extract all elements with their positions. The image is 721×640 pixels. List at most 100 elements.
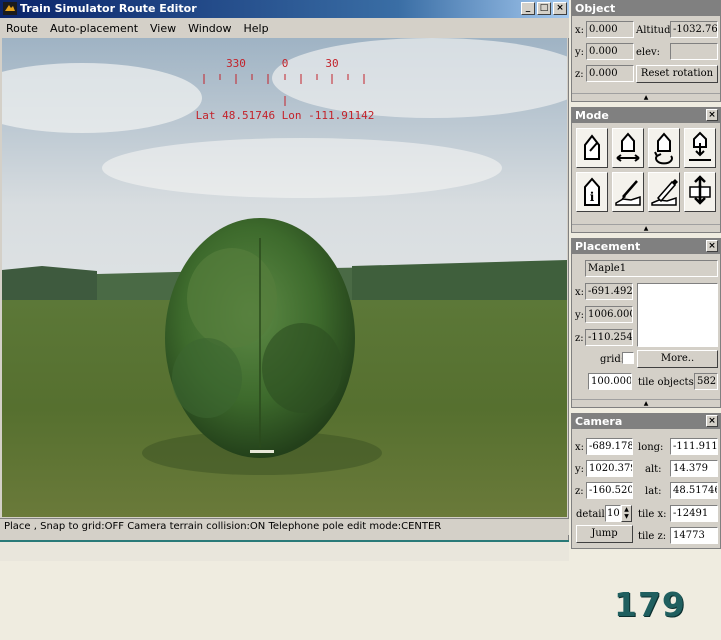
tile-z-field[interactable]: 14773	[670, 527, 718, 544]
terrain-brush-icon	[615, 180, 641, 206]
mode-panel-close-button[interactable]: ×	[706, 109, 718, 121]
placement-panel-close-button[interactable]: ×	[706, 240, 718, 252]
long-label: long:	[638, 442, 664, 453]
minimize-button[interactable]: _	[521, 2, 535, 15]
placement-object-name[interactable]: Maple1	[585, 260, 718, 277]
mode-panel-title-text: Mode	[575, 109, 609, 122]
object-panel-title: Object	[572, 1, 720, 16]
app-logo-icon	[3, 2, 17, 15]
placement-panel-title-text: Placement	[575, 240, 641, 253]
move-horizontal-icon	[616, 132, 640, 162]
object-x-label: x:	[575, 25, 585, 36]
page-number: 179	[614, 585, 686, 624]
mode-select-button[interactable]	[576, 128, 608, 168]
object-z-label: z:	[575, 69, 584, 80]
mode-terrain-button[interactable]	[612, 172, 644, 212]
close-button[interactable]: ×	[553, 2, 567, 15]
mode-panel-collapse-arrow[interactable]: ▲	[572, 224, 720, 232]
camera-y-field[interactable]: 1020.379	[586, 460, 633, 477]
menu-window[interactable]: Window	[182, 22, 237, 35]
mode-panel-title: Mode ×	[572, 108, 720, 123]
camera-x-field[interactable]: -689.178	[586, 438, 633, 455]
tile-x-label: tile x:	[638, 509, 667, 520]
tile-x-field[interactable]: -12491	[670, 505, 718, 522]
alt-label: alt:	[645, 464, 662, 475]
reset-rotation-button[interactable]: Reset rotation	[636, 65, 718, 83]
placement-z-field[interactable]: -110.254	[585, 329, 633, 346]
move-down-icon	[689, 131, 711, 161]
mode-panel: Mode × i ▲	[571, 107, 721, 233]
status-bar: Place , Snap to grid:OFF Camera terrain …	[0, 518, 569, 535]
alt-field[interactable]: 14.379	[670, 460, 718, 477]
detail-label: detail:	[576, 509, 609, 520]
jump-button[interactable]: Jump	[576, 525, 633, 543]
placement-x-field[interactable]: -691.492	[585, 283, 633, 300]
height-adjust-icon	[689, 175, 711, 205]
camera-panel: Camera × x: -689.178 y: 1020.379 z: -160…	[571, 413, 721, 549]
mode-move-button[interactable]	[612, 128, 644, 168]
taskbar-strip	[0, 540, 569, 561]
placement-y-label: y:	[575, 310, 585, 321]
menu-help[interactable]: Help	[238, 22, 275, 35]
camera-z-field[interactable]: -160.520	[586, 482, 633, 499]
elev-field[interactable]	[670, 43, 718, 60]
compass-ticks	[203, 74, 365, 106]
menu-route[interactable]: Route	[0, 22, 44, 35]
grid-checkbox[interactable]	[622, 352, 634, 364]
grid-size-field[interactable]: 100.000	[588, 373, 632, 390]
placement-y-field[interactable]: 1006.000	[585, 306, 633, 323]
object-y-label: y:	[575, 47, 585, 58]
long-field[interactable]: -111.911	[670, 438, 718, 455]
camera-panel-close-button[interactable]: ×	[706, 415, 718, 427]
mode-paint-button[interactable]	[648, 172, 680, 212]
grid-label: grid:	[600, 354, 625, 365]
object-panel-title-text: Object	[575, 2, 616, 15]
placement-panel: Placement × Maple1 x: -691.492 y: 1006.0…	[571, 238, 721, 408]
compass-heading-30: 30	[325, 57, 338, 70]
camera-y-label: y:	[575, 464, 585, 475]
mode-info-button[interactable]: i	[576, 172, 608, 212]
window-title: Train Simulator Route Editor	[20, 2, 197, 15]
detail-spinner[interactable]: ▲ ▼	[621, 505, 632, 522]
select-arrow-icon	[584, 134, 600, 160]
object-z-field[interactable]: 0.000	[586, 65, 634, 82]
maximize-button[interactable]: □	[537, 2, 551, 15]
placement-z-label: z:	[575, 333, 584, 344]
tile-objects-field: 582	[694, 373, 718, 390]
menu-view[interactable]: View	[144, 22, 182, 35]
lat-field[interactable]: 48.51746	[670, 482, 718, 499]
altitude-field[interactable]: -1032.760	[670, 21, 718, 38]
paint-icon	[651, 179, 678, 206]
tile-objects-label: tile objects:	[638, 377, 698, 388]
mode-button-grid: i	[576, 128, 716, 212]
mode-elevate-button[interactable]	[684, 128, 716, 168]
compass-overlay: 330 0 30 Lat 48.51746 Lon -111.91142	[196, 57, 375, 122]
placement-panel-title: Placement ×	[572, 239, 720, 254]
3d-viewport[interactable]: 330 0 30 Lat 48.51746 Lon -111.91142	[2, 38, 567, 517]
camera-z-label: z:	[575, 486, 584, 497]
compass-heading-330: 330	[226, 57, 246, 70]
object-y-field[interactable]: 0.000	[586, 43, 634, 60]
placement-x-label: x:	[575, 287, 585, 298]
lat-label: lat:	[645, 486, 662, 497]
more-button[interactable]: More..	[637, 350, 718, 368]
placement-panel-collapse-arrow[interactable]: ▲	[572, 399, 720, 407]
object-x-field[interactable]: 0.000	[586, 21, 634, 38]
elev-label: elev:	[636, 47, 661, 58]
object-panel: Object x: 0.000 y: 0.000 z: 0.000 Altitu…	[571, 0, 721, 102]
rotate-icon	[654, 132, 673, 165]
title-bar: Train Simulator Route Editor _ □ ×	[0, 0, 569, 18]
detail-field[interactable]: 10	[605, 505, 621, 522]
camera-panel-title: Camera ×	[572, 414, 720, 429]
camera-x-label: x:	[575, 442, 585, 453]
mode-rotate-button[interactable]	[648, 128, 680, 168]
mode-height-button[interactable]	[684, 172, 716, 212]
menu-auto-placement[interactable]: Auto-placement	[44, 22, 144, 35]
camera-panel-title-text: Camera	[575, 415, 623, 428]
info-icon: i	[584, 177, 600, 206]
menu-bar: Route Auto-placement View Window Help	[0, 18, 569, 38]
compass-lat-lon: Lat 48.51746 Lon -111.91142	[196, 109, 375, 122]
route-editor-window: Train Simulator Route Editor _ □ × Route…	[0, 0, 569, 561]
object-panel-collapse-arrow[interactable]: ▲	[572, 93, 720, 101]
compass-heading-0: 0	[282, 57, 289, 70]
